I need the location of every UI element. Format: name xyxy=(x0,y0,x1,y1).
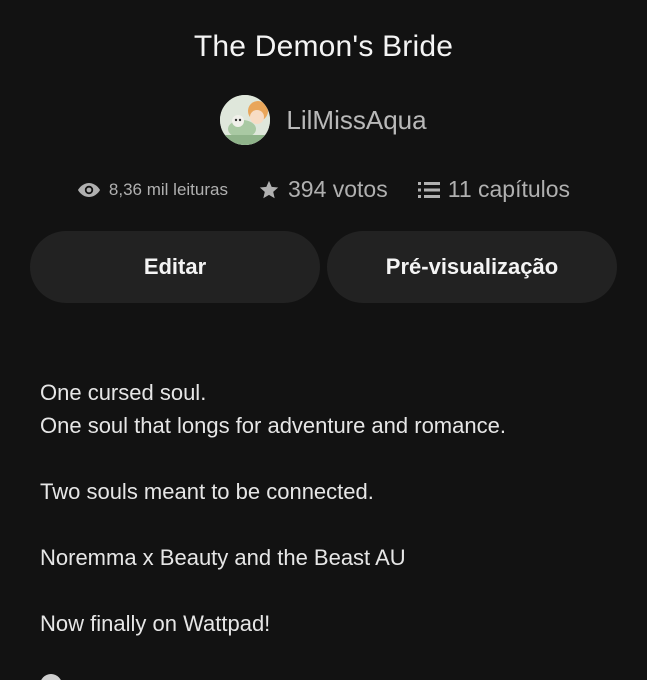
description-line: Two souls meant to be connected. xyxy=(40,479,374,504)
action-buttons: Editar Pré-visualização xyxy=(30,231,617,303)
list-icon xyxy=(417,181,440,199)
partial-circle-icon xyxy=(40,674,62,680)
preview-button[interactable]: Pré-visualização xyxy=(327,231,617,303)
stat-votes: 394 votos xyxy=(258,176,388,203)
star-icon xyxy=(258,179,280,201)
story-description: One cursed soul. One soul that longs for… xyxy=(40,376,617,640)
stat-votes-label: 394 votos xyxy=(287,176,388,202)
stat-reads-label: 8,36 mil leituras xyxy=(108,179,228,199)
story-title: The Demon's Bride xyxy=(193,30,454,63)
description-line: Noremma x Beauty and the Beast AU xyxy=(40,545,406,570)
stat-reads: 8,36 mil leituras xyxy=(77,180,228,200)
description-line: One soul that longs for adventure and ro… xyxy=(40,413,506,438)
author-row[interactable]: LilMissAqua xyxy=(0,95,647,145)
story-details-page: The Demon's Bride LilMissAqua 8,36 mil l… xyxy=(0,0,647,680)
stat-chapters[interactable]: 11 capítulos xyxy=(417,176,570,203)
author-name[interactable]: LilMissAqua xyxy=(286,105,426,136)
avatar[interactable] xyxy=(220,95,271,145)
description-line: Now finally on Wattpad! xyxy=(40,611,271,636)
edit-button[interactable]: Editar xyxy=(30,231,320,303)
eye-icon xyxy=(77,182,101,198)
story-stats: 8,36 mil leituras 394 votos 11 capítulos xyxy=(0,176,647,203)
description-line: One cursed soul. xyxy=(40,380,207,405)
stat-chapters-label[interactable]: 11 capítulos xyxy=(448,176,570,203)
